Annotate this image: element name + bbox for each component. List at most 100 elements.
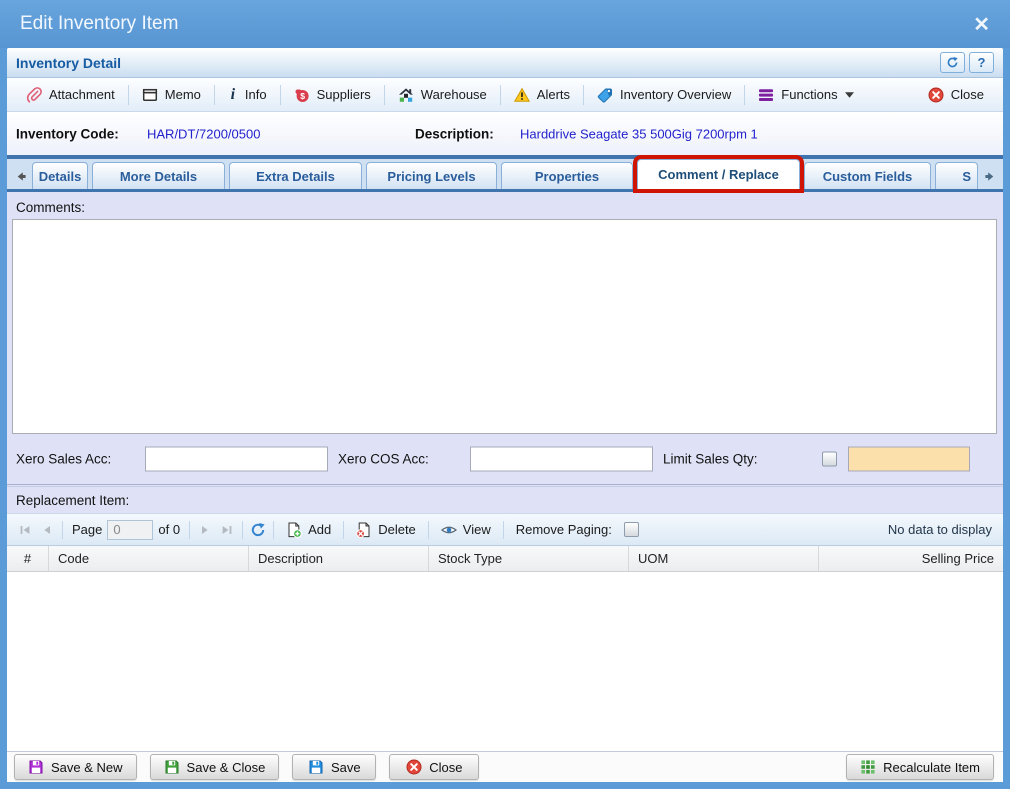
page-number-input[interactable] (107, 520, 153, 540)
xero-cos-acc-label: Xero COS Acc: (338, 452, 429, 467)
save-label: Save (331, 760, 361, 775)
delete-button[interactable]: Delete (348, 522, 424, 538)
save-button[interactable]: Save (292, 754, 376, 780)
toolbar-separator (384, 85, 385, 105)
toolbar-separator (214, 85, 215, 105)
suppliers-button[interactable]: $ Suppliers (283, 82, 382, 108)
window-close-icon[interactable]: ✕ (973, 12, 990, 37)
first-page-button[interactable] (14, 519, 36, 541)
toolbar-separator (744, 85, 745, 105)
arrow-left-icon (14, 170, 27, 183)
footer-button-bar: Save & New Save & Close Save (7, 751, 1003, 782)
last-page-button[interactable] (216, 519, 238, 541)
inventory-overview-label: Inventory Overview (620, 87, 731, 102)
suppliers-icon: $ (294, 87, 310, 103)
pager-separator (189, 521, 190, 539)
pager-separator (62, 521, 63, 539)
limit-sales-qty-input[interactable] (848, 447, 970, 472)
tab-more-details[interactable]: More Details (92, 162, 225, 189)
tab-details[interactable]: Details (32, 162, 88, 189)
tab-properties[interactable]: Properties (501, 162, 633, 189)
replacement-pager-toolbar: Page of 0 (7, 513, 1003, 546)
floppy-purple-icon (28, 759, 44, 775)
tab-scroll-right-button[interactable] (980, 163, 1000, 189)
memo-icon (142, 87, 158, 103)
footer-close-button[interactable]: Close (389, 754, 479, 780)
remove-paging-checkbox[interactable] (624, 522, 639, 537)
column-header-selling-price[interactable]: Selling Price (819, 546, 1003, 571)
column-header-number[interactable]: # (7, 546, 49, 571)
pager-separator (273, 521, 274, 539)
toolbar-separator (280, 85, 281, 105)
recalculate-item-label: Recalculate Item (883, 760, 980, 775)
refresh-button[interactable] (940, 52, 965, 73)
comments-label: Comments: (7, 192, 1003, 219)
pager-separator (428, 521, 429, 539)
tab-truncated[interactable]: S (935, 162, 978, 189)
info-button[interactable]: i Info (217, 82, 278, 108)
tab-scroll-left-button[interactable] (10, 163, 30, 189)
pager-refresh-button[interactable] (247, 519, 269, 541)
add-button[interactable]: Add (278, 522, 339, 538)
limit-sales-qty-label: Limit Sales Qty: (663, 452, 758, 467)
footer-close-label: Close (429, 760, 462, 775)
save-and-new-button[interactable]: Save & New (14, 754, 137, 780)
tab-comment-replace[interactable]: Comment / Replace (637, 159, 800, 189)
suppliers-label: Suppliers (317, 87, 371, 102)
save-and-close-button[interactable]: Save & Close (150, 754, 280, 780)
column-header-description[interactable]: Description (249, 546, 429, 571)
svg-text:$: $ (300, 91, 305, 101)
toolbar-close-button[interactable]: Close (917, 82, 995, 108)
memo-button[interactable]: Memo (131, 82, 212, 108)
tab-pricing-levels-label: Pricing Levels (387, 169, 475, 184)
recalculate-item-button[interactable]: Recalculate Item (846, 754, 994, 780)
paperclip-icon (26, 87, 42, 103)
xero-fields-row: Xero Sales Acc: Xero COS Acc: Limit Sale… (7, 434, 1003, 484)
pager-separator (503, 521, 504, 539)
inventory-overview-button[interactable]: Inventory Overview (586, 82, 742, 108)
functions-label: Functions (781, 87, 837, 102)
warehouse-label: Warehouse (421, 87, 487, 102)
next-page-button[interactable] (194, 519, 216, 541)
tab-strip: Details More Details Extra Details Prici… (7, 155, 1003, 192)
tab-custom-fields[interactable]: Custom Fields (804, 162, 931, 189)
attachment-button[interactable]: Attachment (15, 82, 126, 108)
page-of-label: of 0 (153, 522, 185, 537)
tag-icon (597, 87, 613, 103)
alerts-button[interactable]: Alerts (503, 82, 581, 108)
functions-menu-button[interactable]: Functions (747, 82, 864, 108)
inventory-code-label: Inventory Code: (16, 126, 119, 141)
remove-paging-field: Remove Paging: (508, 522, 647, 537)
prev-page-button[interactable] (36, 519, 58, 541)
window-titlebar: Edit Inventory Item ✕ (0, 0, 1010, 48)
tab-extra-details-label: Extra Details (256, 169, 335, 184)
warehouse-icon (398, 87, 414, 103)
toolbar-separator (583, 85, 584, 105)
tab-extra-details[interactable]: Extra Details (229, 162, 362, 189)
alerts-label: Alerts (537, 87, 570, 102)
eye-icon (441, 522, 457, 538)
toolbar-separator (500, 85, 501, 105)
prev-page-icon (41, 524, 53, 536)
alert-triangle-icon (514, 87, 530, 103)
inventory-detail-panel: Inventory Detail ? Attachment (7, 48, 1003, 782)
delete-label: Delete (378, 522, 416, 537)
attachment-label: Attachment (49, 87, 115, 102)
hamburger-icon (758, 87, 774, 103)
toolbar: Attachment Memo i Info $ Suppliers (7, 78, 1003, 112)
description-label: Description: (415, 126, 494, 141)
column-header-uom[interactable]: UOM (629, 546, 819, 571)
limit-sales-qty-checkbox[interactable] (822, 452, 837, 467)
xero-sales-acc-input[interactable] (145, 447, 328, 472)
pager-status-text: No data to display (888, 522, 996, 537)
column-header-stock-type[interactable]: Stock Type (429, 546, 629, 571)
tab-pricing-levels[interactable]: Pricing Levels (366, 162, 497, 189)
help-button[interactable]: ? (969, 52, 994, 73)
warehouse-button[interactable]: Warehouse (387, 82, 498, 108)
comments-textarea[interactable] (12, 219, 997, 434)
window-title: Edit Inventory Item (20, 13, 178, 35)
xero-cos-acc-input[interactable] (470, 447, 653, 472)
view-button[interactable]: View (433, 522, 499, 538)
floppy-blue-icon (308, 759, 324, 775)
column-header-code[interactable]: Code (49, 546, 249, 571)
